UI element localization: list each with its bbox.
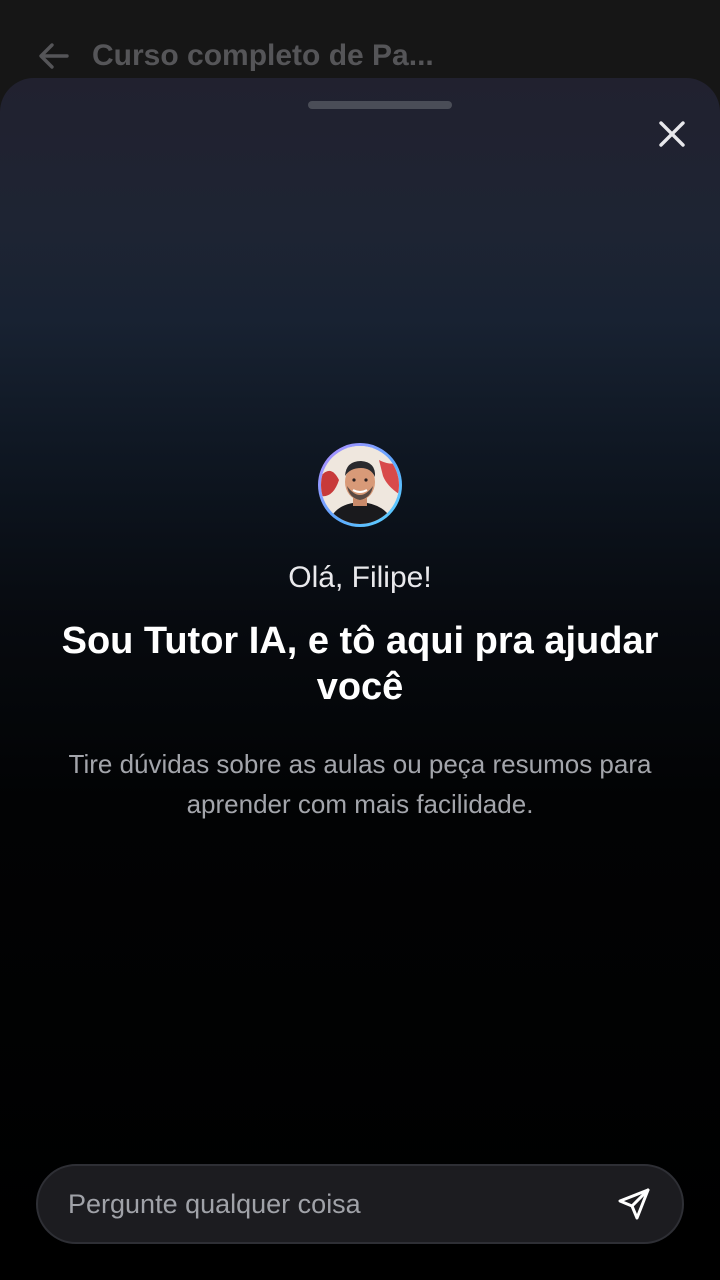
chat-input-bar xyxy=(36,1164,684,1244)
tutor-avatar xyxy=(318,443,402,527)
avatar-photo xyxy=(321,446,399,524)
send-button[interactable] xyxy=(612,1182,656,1226)
sheet-drag-handle[interactable] xyxy=(308,101,452,109)
person-portrait-icon xyxy=(321,446,399,524)
subtitle-text: Tire dúvidas sobre as aulas ou peça resu… xyxy=(68,749,652,819)
send-icon xyxy=(618,1188,650,1220)
close-button[interactable] xyxy=(650,112,694,156)
back-button[interactable] xyxy=(36,38,72,74)
chat-input[interactable] xyxy=(68,1166,588,1242)
tutor-sheet: Olá, Filipe! Sou Tutor IA, e tô aqui pra… xyxy=(0,78,720,1280)
arrow-left-icon xyxy=(39,43,69,69)
headline-text: Sou Tutor IA, e tô aqui pra ajudar você xyxy=(61,620,659,708)
course-title: Curso completo de Pa... xyxy=(92,39,434,72)
greeting-text: Olá, Filipe! xyxy=(288,561,432,594)
close-icon xyxy=(659,121,685,147)
app-screen: Curso completo de Pa... Olá, Filipe! Sou… xyxy=(0,0,720,1280)
